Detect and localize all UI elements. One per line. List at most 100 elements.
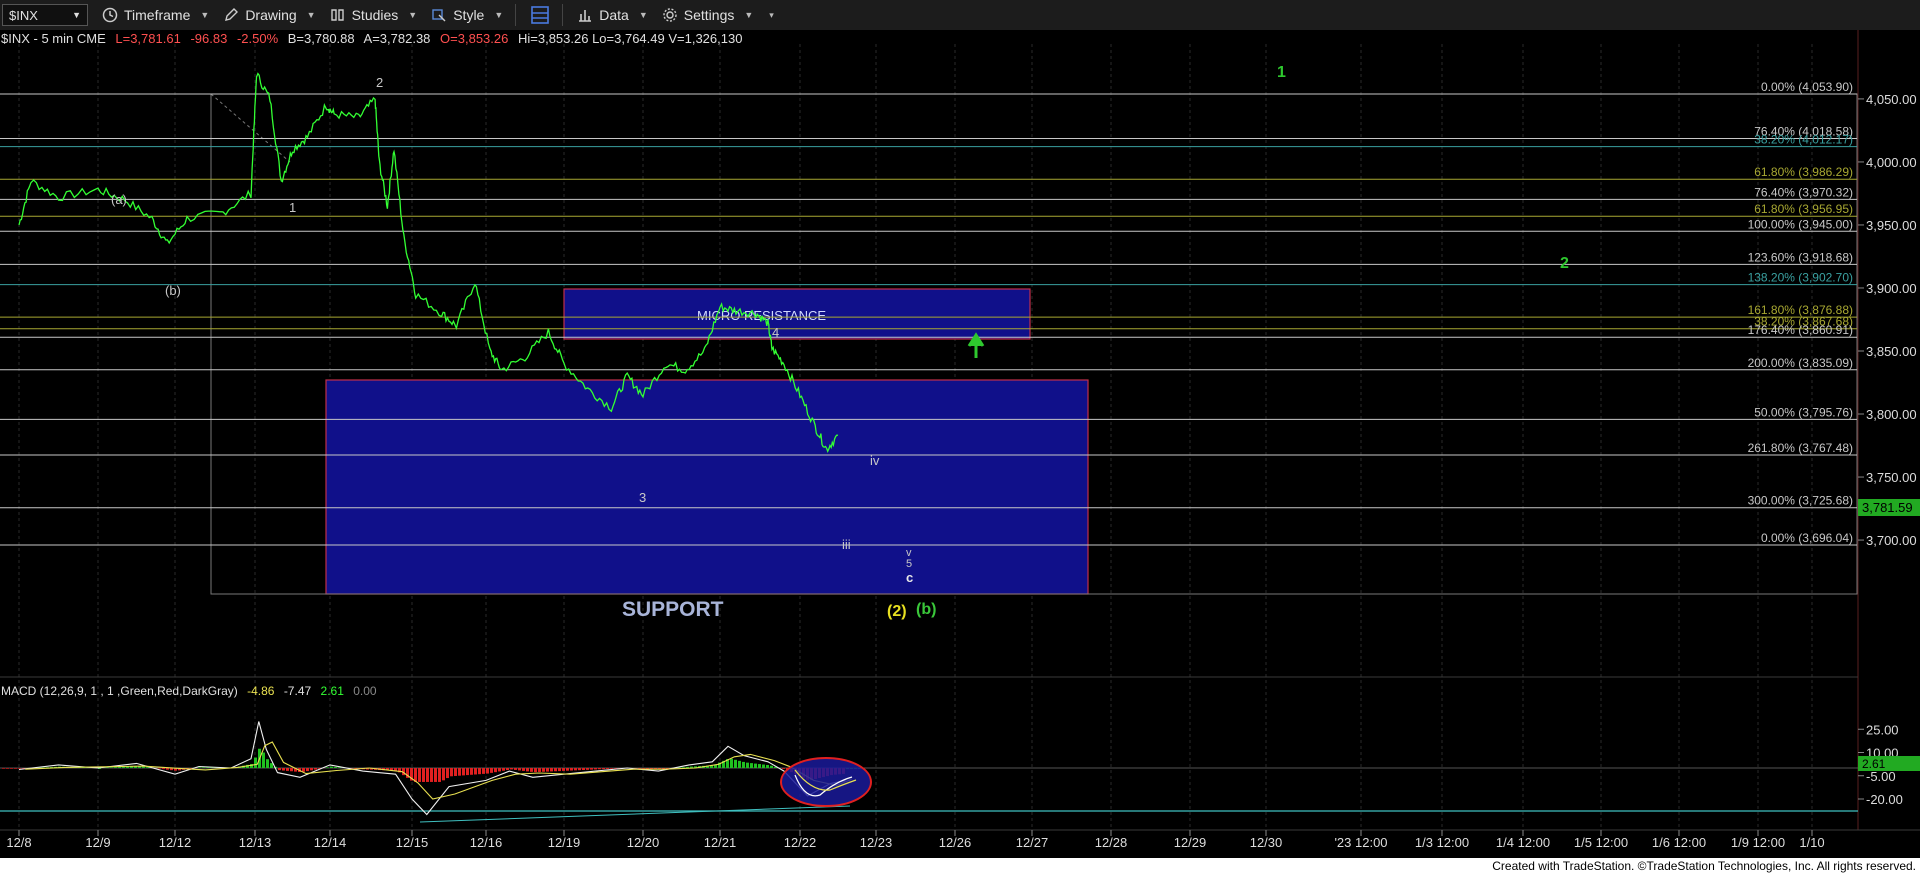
macd-histogram-bar [110,767,113,768]
time-tick-label: 12/23 [860,835,893,850]
macd-histogram-bar [114,767,117,768]
macd-histogram-bar [6,768,9,769]
macd-histogram-bar [270,763,273,768]
fib-level-label: 61.80% (3,986.29) [1754,165,1853,179]
macd-histogram-bar [430,768,433,782]
macd-histogram-bar [426,768,429,782]
caret-icon: ▼ [408,10,418,20]
macd-histogram-bar [142,766,145,768]
timeframe-button[interactable]: Timeframe ▼ [102,7,209,23]
time-tick-label: 12/15 [396,835,429,850]
macd-histogram-bar [466,768,469,776]
price-tick-label: 3,950.00 [1866,218,1917,233]
price-tick-label: 4,050.00 [1866,92,1917,107]
macd-histogram-bar [602,768,605,770]
macd-histogram-bar [462,768,465,776]
green-wave-2-label: 2 [1560,255,1569,272]
layout-button[interactable] [530,5,550,25]
net-change: -96.83 [190,31,227,46]
last-price: L=3,781.61 [115,31,180,46]
macd-histogram-bar [766,764,769,768]
macd-histogram-bar [742,761,745,768]
time-tick-label: 12/13 [239,835,272,850]
macd-histogram-bar [550,768,553,772]
time-tick-label: 12/30 [1250,835,1283,850]
open-price: O=3,853.26 [440,31,508,46]
settings-button[interactable]: Settings ▼ ▾ [662,7,774,23]
studies-button[interactable]: Studies ▼ [330,7,418,23]
macd-histogram-bar [478,768,481,775]
wave-2-label: 2 [376,75,383,90]
macd-histogram-bar [314,768,317,770]
chevron-down-icon: ▼ [72,10,81,20]
gear-icon [663,8,677,22]
wave-iv-label: iv [870,453,880,468]
symbol-selector[interactable]: $INX ▼ [2,4,88,26]
macd-histogram-bar [198,767,201,768]
macd-histogram-bar [434,768,437,782]
fib-level-label: 200.00% (3,835.09) [1748,356,1853,370]
time-tick-label: 12/22 [784,835,817,850]
macd-histogram-bar [570,768,573,771]
macd-histogram-bar [502,768,505,771]
macd-tick-label: 25.00 [1866,722,1899,737]
studies-label: Studies [351,7,399,23]
macd-histogram-bar [558,768,561,772]
caret-icon: ▼ [200,10,210,20]
time-tick-label: 12/19 [548,835,581,850]
macd-histogram-bar [782,768,785,769]
overflow-caret-icon[interactable]: ▾ [769,10,774,21]
macd-histogram-bar [310,768,313,771]
drawing-button[interactable]: Drawing ▼ [223,7,316,23]
timeframe-label: Timeframe [124,7,191,23]
macd-histogram-bar [442,768,445,781]
style-icon [432,9,446,22]
wave-5-label: 5 [906,558,912,570]
macd-histogram-bar [754,763,757,768]
macd-histogram-bar [262,752,265,768]
macd-histogram-bar [458,768,461,776]
ask-price: A=3,782.38 [364,31,431,46]
macd-histogram-bar [418,768,421,782]
price-tick-label: 4,000.00 [1866,155,1917,170]
macd-histogram-bar [158,768,161,769]
toolbar: $INX ▼ Timeframe ▼ Drawing ▼ Studies ▼ Styl… [0,0,1920,31]
time-tick-label: 12/14 [314,835,347,850]
time-tick-label: 12/26 [939,835,972,850]
footer-copyright: Created with TradeStation. ©TradeStation… [0,858,1920,875]
caret-icon: ▼ [744,10,754,20]
time-tick-label: 12/28 [1095,835,1128,850]
symbol-label: $INX - 5 min CME [1,31,106,46]
wave-iii-label: iii [842,537,851,552]
style-label: Style [453,7,485,23]
macd-histogram-bar [590,768,593,770]
price-tick-label: 3,700.00 [1866,533,1917,548]
fib-level-label: 138.20% (3,902.70) [1748,271,1853,285]
macd-histogram-bar [770,765,773,768]
macd-histogram-bar [278,768,281,771]
price-chart[interactable]: MICRO RESISTANCE SUPPORT 0.00% (4,053.90… [0,30,1920,858]
macd-histogram-bar [730,758,733,768]
fib-level-label: 176.40% (3,860.91) [1748,323,1853,337]
layout-icon [531,6,550,24]
macd-histogram-bar [758,764,761,768]
macd-histogram-bar [554,768,557,772]
macd-histogram-bar [202,767,205,768]
data-button[interactable]: Data ▼ [577,7,648,23]
macd-histogram-bar [526,768,529,772]
hi-lo-volume: Hi=3,853.26 Lo=3,764.49 V=1,326,130 [518,31,742,46]
macd-histogram-bar [438,768,441,782]
macd-histogram-bar [470,768,473,775]
macd-histogram-bar [534,768,537,773]
time-tick-label: 12/8 [6,835,31,850]
macd-histogram-bar [518,768,521,771]
macd-histogram-bar [450,768,453,777]
macd-histogram-bar [482,768,485,774]
pct-change: -2.50% [237,31,279,46]
fib-level-label: 50.00% (3,795.76) [1754,405,1853,419]
style-button[interactable]: Style ▼ [431,7,503,23]
wave-1-label: 1 [289,200,296,215]
time-tick-label: 1/4 12:00 [1496,835,1550,850]
macd-histogram-bar [510,768,513,770]
macd-histogram-bar [486,768,489,774]
